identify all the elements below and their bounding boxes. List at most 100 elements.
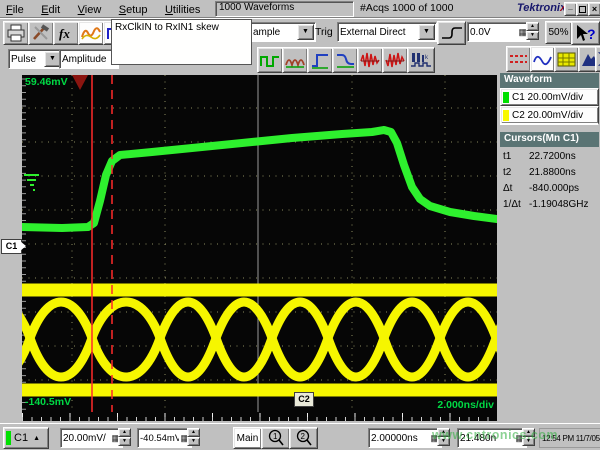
measure-category-combo[interactable]: Pulse ▼ (8, 49, 63, 69)
timebase-mode-label: Main (237, 433, 259, 444)
right-panel: Waveform C1 20.00mV/div C2 20.00mV/div C… (497, 73, 600, 423)
burst-waveform-icon (359, 50, 381, 70)
trigger-position-icon[interactable] (72, 75, 88, 90)
horizontal-scale-field[interactable]: 2.00000ns ▦ (368, 428, 442, 448)
c1-scale-button[interactable]: C1 20.00mV/div (500, 88, 599, 106)
vertical-offset-field[interactable]: -40.54mV ▦ (137, 428, 192, 448)
maximize-icon (579, 6, 586, 13)
readout-inv-dt: 1/Δt -1.19048GHz (500, 196, 595, 212)
fx-icon: fx (55, 23, 77, 43)
readout-t1-value: 22.7200ns (529, 151, 576, 162)
c1-channel-marker[interactable]: C1 (1, 239, 22, 254)
fall-time-meas-icon (334, 50, 356, 70)
chevron-down-icon[interactable]: ▼ (418, 24, 435, 40)
print-icon (5, 23, 27, 43)
math-fx-button[interactable]: fx (53, 21, 79, 45)
waveform-icon (80, 23, 102, 43)
c1-color-swatch (503, 92, 509, 103)
channel-up-icon: ▲ (33, 435, 40, 442)
c2-scale-button[interactable]: C2 20.00mV/div (500, 106, 599, 125)
readout-dt-value: -840.000ps (529, 183, 579, 194)
readout-inv-dt-value: -1.19048GHz (529, 199, 588, 210)
c1-scale-label: C1 20.00mV/div (512, 92, 583, 103)
burst-waveform-icon (384, 50, 406, 70)
eye-mask-button[interactable] (595, 46, 600, 72)
readout-dt: Δt -840.000ps (500, 180, 595, 196)
zoom-2-button[interactable]: 2 (289, 427, 318, 449)
burst-width-meas-button[interactable] (357, 47, 383, 73)
magnifier-1-icon: 1 (267, 429, 285, 447)
waveform-display-button[interactable] (530, 46, 555, 72)
waveform-style-button[interactable] (78, 21, 104, 45)
channel-select-button[interactable]: C1 ▲ (3, 427, 49, 449)
spin-down-icon[interactable]: ▼ (118, 437, 131, 446)
chevron-down-icon[interactable]: ▼ (297, 24, 314, 40)
magnifier-2-icon: 2 (295, 429, 313, 447)
spin-down-icon[interactable]: ▼ (526, 31, 539, 40)
readout-t2-value: 21.8800ns (529, 167, 576, 178)
c2-color-swatch (503, 110, 509, 121)
svg-text:1: 1 (273, 432, 278, 441)
menu-view[interactable]: View (72, 2, 109, 16)
zoom-1-button[interactable]: 1 (261, 427, 290, 449)
waveform-panel-header: Waveform (500, 73, 599, 88)
fall-time-meas-button[interactable] (332, 47, 358, 73)
tools-button[interactable] (28, 21, 54, 45)
menu-edit[interactable]: Edit (35, 2, 67, 16)
square-wave-meas-button[interactable] (257, 47, 283, 73)
tools-icon (30, 23, 52, 43)
minimize-icon: _ (568, 2, 572, 11)
bottom-voltage-label: -140.5mV (25, 396, 71, 408)
timebase-mode-button[interactable]: Main (233, 427, 262, 449)
sine-wave-icon (532, 49, 553, 69)
top-voltage-label: 59.46mV (25, 76, 68, 88)
menu-utilities[interactable]: Utilities (159, 2, 207, 16)
vertical-scale-value: 20.00mV/ (63, 433, 110, 444)
tooltip: RxClkIN to RxIN1 skew (111, 19, 252, 65)
channel-color-swatch (6, 431, 11, 445)
rise-time-meas-icon (309, 50, 331, 70)
horizontal-scale-value: 2.00000ns (371, 433, 429, 444)
cycle-meas-button[interactable] (282, 47, 308, 73)
trigger-source-combo[interactable]: External Direct ▼ (337, 22, 437, 42)
close-button[interactable]: × (588, 2, 600, 16)
ground-reference-icon (24, 175, 39, 190)
trigger-position-value: 50% (548, 27, 568, 38)
burst-amplitude-meas-button[interactable] (382, 47, 408, 73)
trigger-position-button[interactable]: 50% (545, 21, 572, 44)
close-icon: × (592, 4, 597, 14)
pulse-train-meas-button[interactable]: k (407, 47, 435, 73)
acquisition-mode-combo[interactable]: ample ▼ (250, 22, 316, 42)
readout-t1: t1 22.7200ns (500, 148, 595, 164)
trigger-slope-button[interactable] (437, 21, 466, 45)
cursors-button[interactable] (506, 46, 531, 72)
vertical-scale-field[interactable]: 20.00mV/ ▦ (60, 428, 123, 448)
trigger-level-spinner[interactable]: ▲ ▼ (526, 22, 539, 40)
menu-file[interactable]: File (0, 2, 31, 16)
vertical-scale-spinner[interactable]: ▲ ▼ (118, 428, 131, 446)
rise-time-meas-button[interactable] (307, 47, 333, 73)
display-grid-button[interactable] (554, 46, 579, 72)
c2-channel-marker[interactable]: C2 (294, 392, 314, 407)
menu-setup[interactable]: Setup (113, 2, 155, 16)
horizontal-tick-strip (22, 412, 497, 421)
trigger-level-field[interactable]: 0.0V ▦ (467, 22, 530, 42)
spin-up-icon[interactable]: ▲ (118, 428, 131, 437)
svg-text:?: ? (587, 26, 596, 42)
vertical-offset-spinner[interactable]: ▲ ▼ (187, 428, 200, 446)
sine-cycles-meas-icon (284, 50, 306, 70)
measure-type-combo[interactable]: Amplitude (59, 49, 119, 69)
spin-up-icon[interactable]: ▲ (526, 22, 539, 31)
trigger-level-value: 0.0V (470, 27, 517, 38)
vertical-offset-value: -40.54mV (140, 433, 179, 444)
spin-up-icon[interactable]: ▲ (187, 428, 200, 437)
context-help-button[interactable]: ? (571, 21, 600, 45)
pulse-train-icon: k (409, 50, 433, 70)
spin-down-icon[interactable]: ▼ (187, 437, 200, 446)
c2-scale-label: C2 20.00mV/div (512, 110, 583, 121)
cursors-panel-header: Cursors(Mn C1) (500, 132, 599, 147)
waveform-count: 1000 Waveforms (216, 2, 353, 13)
print-button[interactable] (3, 21, 29, 45)
rising-edge-icon (439, 23, 464, 43)
graticule: 59.46mV -140.5mV 2.000ns/div C2 (22, 75, 497, 412)
